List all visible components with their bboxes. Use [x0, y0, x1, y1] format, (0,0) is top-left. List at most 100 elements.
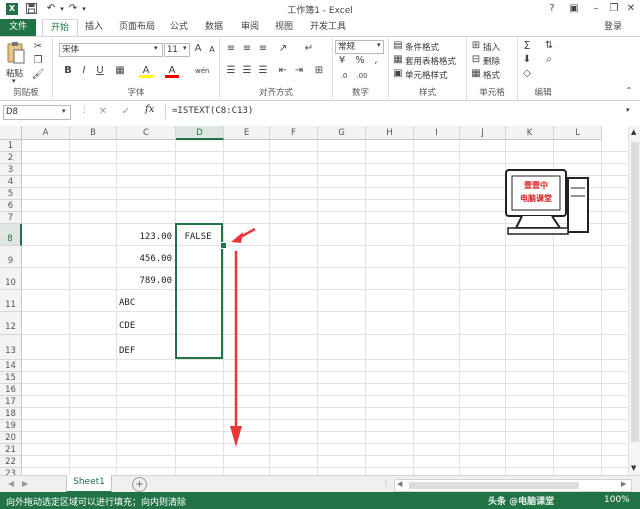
tab-developer[interactable]: 开发工具: [305, 19, 351, 36]
selection-range[interactable]: [175, 223, 223, 359]
grow-font-icon[interactable]: A: [191, 43, 205, 55]
format-as-table-button[interactable]: 套用表格格式: [405, 55, 456, 67]
phonetic-icon[interactable]: wén: [195, 65, 209, 77]
row-header-10[interactable]: 10: [0, 268, 22, 290]
tab-data[interactable]: 数据: [200, 19, 228, 36]
fill-icon[interactable]: ⬇: [520, 54, 534, 66]
cell-c9[interactable]: 456.00: [117, 254, 172, 264]
cell-styles-button[interactable]: 单元格样式: [405, 69, 448, 81]
format-cells-icon[interactable]: ▦: [469, 68, 483, 80]
row-header-7[interactable]: 7: [0, 212, 22, 224]
row-header-19[interactable]: 19: [0, 420, 22, 432]
merge-center-icon[interactable]: ⊞: [312, 65, 326, 77]
scroll-right-icon[interactable]: ▶: [621, 480, 626, 488]
insert-cells-icon[interactable]: ⊞: [469, 40, 483, 52]
font-color-icon[interactable]: A: [165, 65, 179, 78]
row-header-16[interactable]: 16: [0, 384, 22, 396]
column-header-b[interactable]: B: [70, 126, 117, 140]
copy-icon[interactable]: ❐: [31, 55, 45, 67]
enter-icon[interactable]: ✓: [119, 106, 133, 118]
column-header-i[interactable]: I: [414, 126, 460, 140]
align-top-icon[interactable]: ≡: [224, 43, 238, 55]
column-header-h[interactable]: H: [366, 126, 414, 140]
format-painter-icon[interactable]: 🖌: [31, 69, 45, 81]
row-header-12[interactable]: 12: [0, 312, 22, 335]
paste-dropdown-icon[interactable]: ▾: [12, 77, 16, 85]
cell-styles-icon[interactable]: ▣: [391, 68, 405, 80]
scroll-up-icon[interactable]: ▲: [631, 128, 636, 136]
wrap-text-icon[interactable]: ↵: [302, 43, 316, 55]
decrease-indent-icon[interactable]: ⇤: [276, 65, 290, 77]
cell-c11[interactable]: ABC: [117, 298, 174, 308]
sheet-prev-icon[interactable]: ◀: [8, 479, 14, 488]
tab-page-layout[interactable]: 页面布局: [114, 19, 160, 36]
column-header-f[interactable]: F: [270, 126, 318, 140]
row-header-11[interactable]: 11: [0, 290, 22, 312]
tab-home[interactable]: 开始: [42, 19, 78, 37]
delete-cells-button[interactable]: 删除: [483, 55, 500, 67]
horizontal-scrollbar[interactable]: ◀ ▶: [394, 479, 632, 492]
cell-c8[interactable]: 123.00: [117, 232, 172, 242]
vertical-scrollbar[interactable]: ▲ ▼: [628, 126, 640, 475]
align-center-icon[interactable]: ☰: [240, 65, 254, 77]
column-header-l[interactable]: L: [554, 126, 602, 140]
row-header-18[interactable]: 18: [0, 408, 22, 420]
row-header-22[interactable]: 22: [0, 456, 22, 468]
formula-input[interactable]: =ISTEXT(C8:C13): [165, 104, 637, 119]
collapse-ribbon-icon[interactable]: ⌃: [622, 85, 636, 97]
shrink-font-icon[interactable]: A: [205, 44, 219, 56]
sheet-next-icon[interactable]: ▶: [22, 479, 28, 488]
comma-button[interactable]: ,: [369, 55, 383, 67]
tab-review[interactable]: 审阅: [236, 19, 264, 36]
row-header-15[interactable]: 15: [0, 372, 22, 384]
cut-icon[interactable]: ✂: [31, 41, 45, 53]
font-name-select[interactable]: 宋体: [59, 43, 163, 57]
percent-button[interactable]: %: [353, 55, 367, 67]
tab-view[interactable]: 视图: [270, 19, 298, 36]
insert-function-icon[interactable]: fx: [145, 104, 154, 115]
format-cells-button[interactable]: 格式: [483, 69, 500, 81]
sort-filter-icon[interactable]: ⇅: [542, 40, 556, 52]
paste-icon[interactable]: [6, 41, 26, 65]
cell-c12[interactable]: CDE: [117, 321, 174, 331]
add-sheet-button[interactable]: +: [132, 477, 147, 492]
ribbon-display-icon[interactable]: ▣: [563, 1, 585, 17]
font-name-dropdown-icon[interactable]: ▾: [154, 44, 158, 52]
column-header-k[interactable]: K: [506, 126, 554, 140]
accounting-icon[interactable]: ¥: [335, 55, 349, 67]
vertical-scroll-thumb[interactable]: [631, 142, 639, 442]
column-header-c[interactable]: C: [117, 126, 176, 140]
conditional-format-button[interactable]: 条件格式: [405, 41, 439, 53]
increase-decimal-icon[interactable]: .0: [337, 70, 351, 82]
decrease-decimal-icon[interactable]: .00: [355, 70, 369, 82]
borders-icon[interactable]: ▦: [113, 65, 127, 77]
row-header-21[interactable]: 21: [0, 444, 22, 456]
underline-button[interactable]: U: [93, 65, 107, 77]
select-all-button[interactable]: [0, 126, 22, 140]
row-header-6[interactable]: 6: [0, 200, 22, 212]
column-header-a[interactable]: A: [22, 126, 70, 140]
column-header-d[interactable]: D: [176, 126, 224, 140]
help-icon[interactable]: ?: [541, 1, 563, 17]
row-header-2[interactable]: 2: [0, 152, 22, 164]
align-bottom-icon[interactable]: ≡: [256, 43, 270, 55]
column-header-j[interactable]: J: [460, 126, 506, 140]
horizontal-scroll-thumb[interactable]: [409, 482, 579, 489]
bold-button[interactable]: B: [61, 65, 75, 77]
cancel-icon[interactable]: ✕: [96, 106, 110, 118]
signin-link[interactable]: 登录: [596, 19, 630, 36]
row-header-3[interactable]: 3: [0, 164, 22, 176]
fill-color-icon[interactable]: A: [139, 65, 153, 78]
worksheet-grid[interactable]: ABCDEFGHIJKL 1 2 3 4 5 6 7 8 9 10 11 12 13 14 15 16 17 18…: [0, 126, 628, 480]
insert-cells-button[interactable]: 插入: [483, 41, 500, 53]
tab-file[interactable]: 文件: [0, 19, 36, 36]
expand-formula-icon[interactable]: ▾: [626, 106, 630, 114]
row-header-13[interactable]: 13: [0, 335, 22, 360]
font-size-dropdown-icon[interactable]: ▾: [183, 44, 187, 52]
conditional-format-icon[interactable]: ▤: [391, 40, 405, 52]
increase-indent-icon[interactable]: ⇥: [292, 65, 306, 77]
column-header-g[interactable]: G: [318, 126, 366, 140]
row-header-8[interactable]: 8: [0, 224, 22, 246]
orientation-icon[interactable]: ↗: [276, 43, 290, 55]
align-right-icon[interactable]: ☰: [256, 65, 270, 77]
